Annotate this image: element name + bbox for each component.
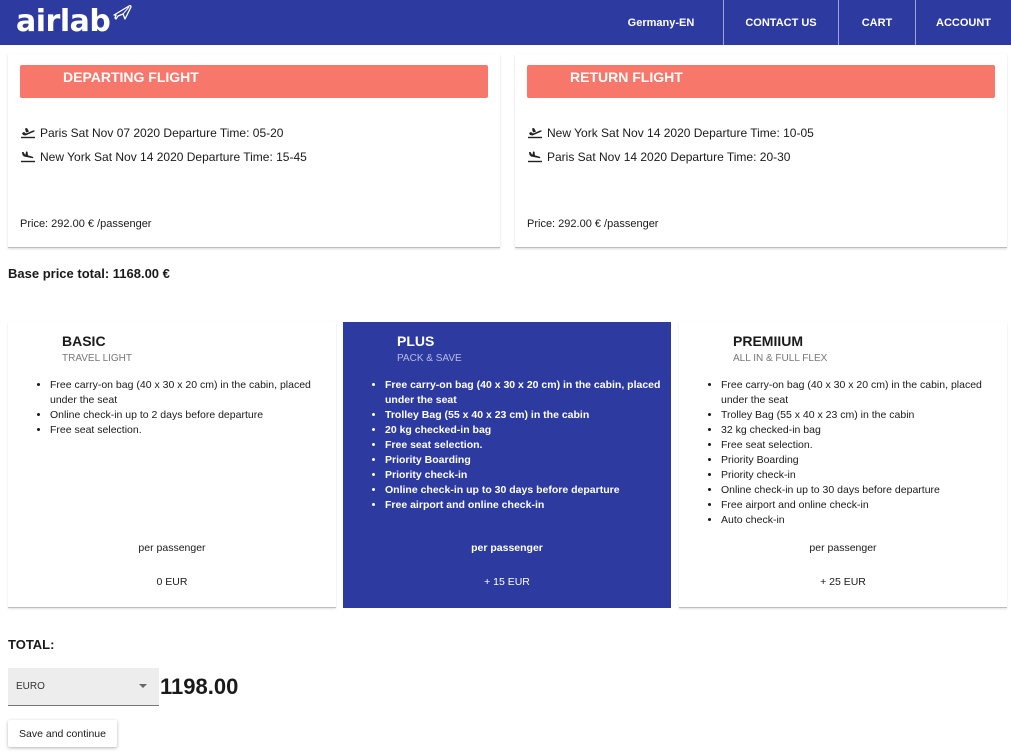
departing-flight-panel: DEPARTING FLIGHT Paris Sat Nov 07 2020 D… [8,54,500,248]
plan-per-passenger: per passenger [471,542,543,554]
plane-arrival-icon [20,150,38,164]
currency-select[interactable]: EURO [8,668,159,706]
plan-feature: Priority check-in [721,468,997,483]
top-navbar: airlab Germany-EN CONTACT US CART ACCOUN… [0,0,1011,45]
nav-locale[interactable]: Germany-EN [599,0,723,45]
plan-per-passenger: per passenger [809,542,877,554]
plan-name: PREMIIUM [733,333,803,349]
plan-price: + 15 EUR [484,576,530,588]
plan-feature: Priority check-in [385,468,661,483]
plan-feature: Free carry-on bag (40 x 30 x 20 cm) in t… [50,378,326,408]
plan-price: 0 EUR [156,576,188,588]
plan-feature: 20 kg checked-in bag [385,423,661,438]
plan-card-premium[interactable]: PREMIIUM ALL IN & FULL FLEX Free carry-o… [679,322,1007,608]
plan-card-basic[interactable]: BASIC TRAVEL LIGHT Free carry-on bag (40… [8,322,336,608]
plan-features: Free carry-on bag (40 x 30 x 20 cm) in t… [371,378,661,513]
plan-feature: Online check-in up to 2 days before depa… [50,408,326,423]
logo-text: airlab [16,4,111,39]
plan-feature: Free airport and online check-in [721,498,997,513]
plane-departure-icon [527,126,545,140]
return-leg-2-text: Paris Sat Nov 14 2020 Departure Time: 20… [547,150,791,164]
return-flight-title: RETURN FLIGHT [527,65,995,98]
airlab-logo[interactable]: airlab [16,2,132,42]
plan-per-passenger: per passenger [138,542,206,554]
plan-feature: Free carry-on bag (40 x 30 x 20 cm) in t… [721,378,997,408]
plan-card-plus[interactable]: PLUS PACK & SAVE Free carry-on bag (40 x… [343,322,671,608]
plan-feature: Online check-in up to 30 days before dep… [385,483,661,498]
plane-arrival-icon [527,150,545,164]
save-and-continue-button[interactable]: Save and continue [8,720,117,747]
plan-feature: Trolley Bag (55 x 40 x 23 cm) in the cab… [385,408,661,423]
return-leg-1: New York Sat Nov 14 2020 Departure Time:… [527,126,814,140]
departing-leg-1: Paris Sat Nov 07 2020 Departure Time: 05… [20,126,283,140]
currency-selected-value: EURO [16,681,45,692]
plan-features: Free carry-on bag (40 x 30 x 20 cm) in t… [707,378,997,528]
plan-feature: Online check-in up to 30 days before dep… [721,483,997,498]
base-price-total: Base price total: 1168.00 € [8,266,170,281]
nav-contact-us[interactable]: CONTACT US [723,0,838,45]
plan-feature: Free seat selection. [50,423,326,438]
plane-departure-icon [20,126,38,140]
return-leg-2: Paris Sat Nov 14 2020 Departure Time: 20… [527,150,790,164]
plan-subtitle: TRAVEL LIGHT [62,353,133,364]
plan-price: + 25 EUR [820,576,866,588]
caret-down-icon [139,684,147,688]
plan-feature: Priority Boarding [385,453,661,468]
plan-feature: Free carry-on bag (40 x 30 x 20 cm) in t… [385,378,661,408]
nav-cart[interactable]: CART [838,0,915,45]
nav-account[interactable]: ACCOUNT [915,0,1011,45]
total-amount: 1198.00 [160,674,239,699]
main-nav: Germany-EN CONTACT US CART ACCOUNT [599,0,1011,45]
return-flight-panel: RETURN FLIGHT New York Sat Nov 14 2020 D… [515,54,1007,248]
departing-leg-2-text: New York Sat Nov 14 2020 Departure Time:… [40,150,307,164]
plan-name: BASIC [62,333,106,349]
return-price: Price: 292.00 € /passenger [527,218,659,230]
plan-feature: Free airport and online check-in [385,498,661,513]
plan-subtitle: ALL IN & FULL FLEX [733,353,828,364]
plan-feature: Trolley Bag (55 x 40 x 23 cm) in the cab… [721,408,997,423]
plan-feature: Free seat selection. [385,438,661,453]
return-leg-1-text: New York Sat Nov 14 2020 Departure Time:… [547,126,814,140]
plan-name: PLUS [397,333,435,349]
departing-leg-2: New York Sat Nov 14 2020 Departure Time:… [20,150,307,164]
plan-feature: 32 kg checked-in bag [721,423,997,438]
logo-plane-icon [112,4,132,27]
plan-feature: Auto check-in [721,513,997,528]
plan-features: Free carry-on bag (40 x 30 x 20 cm) in t… [36,378,326,438]
total-label: TOTAL: [8,637,55,652]
departing-price: Price: 292.00 € /passenger [20,218,152,230]
departing-flight-title: DEPARTING FLIGHT [20,65,488,98]
plan-feature: Free seat selection. [721,438,997,453]
plan-feature: Priority Boarding [721,453,997,468]
departing-leg-1-text: Paris Sat Nov 07 2020 Departure Time: 05… [40,126,284,140]
plan-subtitle: PACK & SAVE [397,353,462,364]
